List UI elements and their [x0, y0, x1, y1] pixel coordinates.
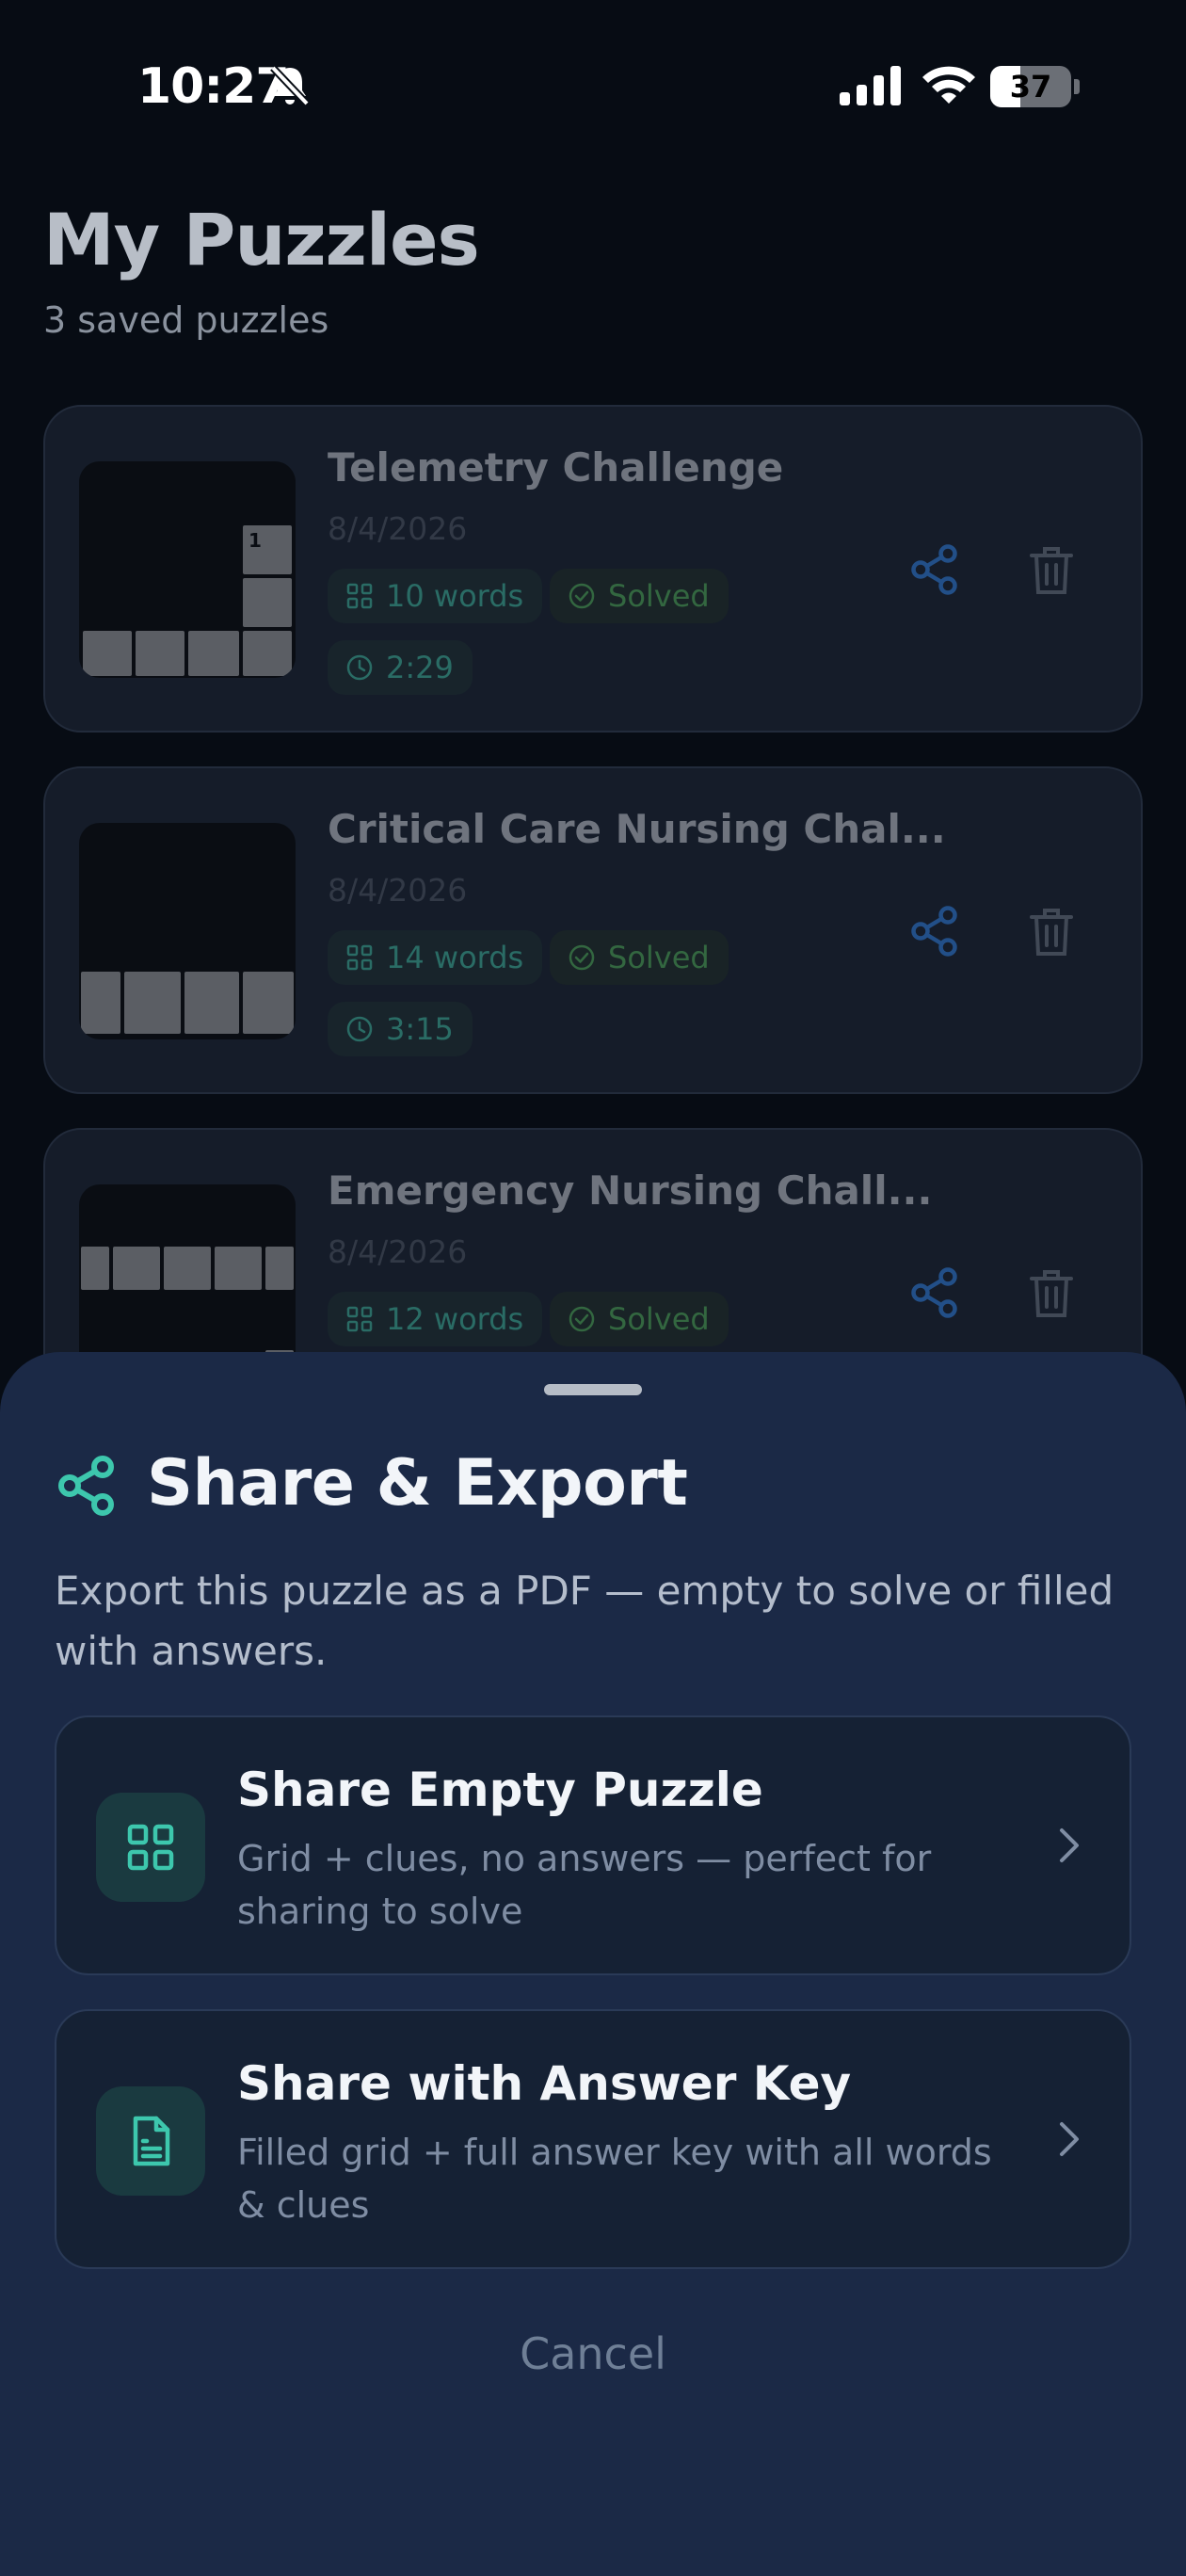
- chevron-right-icon: [1060, 1828, 1079, 1862]
- trash-icon[interactable]: [1028, 1267, 1075, 1320]
- trash-icon[interactable]: [1028, 906, 1075, 958]
- status-badge: Solved: [550, 930, 729, 985]
- grid-icon: [346, 583, 373, 609]
- option-title: Share with Answer Key: [237, 2056, 852, 2111]
- puzzle-title: Telemetry Challenge: [328, 444, 784, 491]
- word-count: 12 words: [386, 1301, 524, 1337]
- option-icon-container: [96, 1793, 205, 1902]
- check-circle-icon: [569, 944, 595, 971]
- option-title: Share Empty Puzzle: [237, 1763, 763, 1817]
- grid-icon: [127, 1824, 174, 1871]
- puzzle-title: Emergency Nursing Chall...: [328, 1167, 933, 1214]
- word-count-badge: 14 words: [328, 930, 543, 985]
- puzzle-date: 8/4/2026: [328, 510, 468, 547]
- share-empty-puzzle-option[interactable]: Share Empty Puzzle Grid + clues, no answ…: [55, 1715, 1131, 1975]
- share-export-sheet: Share & Export Export this puzzle as a P…: [0, 1352, 1186, 2576]
- status-text: Solved: [608, 578, 710, 614]
- status-badge: Solved: [550, 569, 729, 623]
- option-icon-container: [96, 2086, 205, 2196]
- page-subtitle: 3 saved puzzles: [43, 299, 329, 341]
- share-icon[interactable]: [907, 1265, 962, 1320]
- share-icon[interactable]: [907, 904, 962, 958]
- option-description: Filled grid + full answer key with all w…: [237, 2132, 992, 2226]
- status-text: Solved: [608, 1301, 710, 1337]
- puzzle-card[interactable]: 1 Telemetry Challenge 8/4/2026 10 words …: [43, 405, 1143, 733]
- wifi-icon: [922, 66, 975, 104]
- option-description: Grid + clues, no answers — perfect for s…: [237, 1838, 932, 1932]
- chevron-right-icon: [1060, 2122, 1079, 2156]
- time-badge: 2:29: [328, 640, 473, 695]
- word-count-badge: 10 words: [328, 569, 543, 623]
- puzzle-date: 8/4/2026: [328, 1233, 468, 1270]
- word-count: 10 words: [386, 578, 524, 614]
- word-count: 14 words: [386, 940, 524, 975]
- share-with-answer-key-option[interactable]: Share with Answer Key Filled grid + full…: [55, 2009, 1131, 2269]
- clock-icon: [346, 654, 373, 681]
- check-circle-icon: [569, 1306, 595, 1332]
- grid-icon: [346, 944, 373, 971]
- sheet-title: Share & Export: [147, 1446, 688, 1521]
- puzzle-thumbnail: [79, 823, 296, 1039]
- sheet-description: Export this puzzle as a PDF — empty to s…: [55, 1568, 1114, 1674]
- grid-number: 1: [248, 529, 262, 552]
- status-badge: Solved: [550, 1292, 729, 1346]
- share-icon[interactable]: [907, 542, 962, 597]
- battery-indicator: 37: [990, 66, 1081, 107]
- share-icon: [58, 1456, 114, 1516]
- page-title: My Puzzles: [43, 198, 480, 282]
- status-time: 10:27: [137, 58, 290, 115]
- status-text: Solved: [608, 940, 710, 975]
- grid-icon: [346, 1306, 373, 1332]
- clock-icon: [346, 1016, 373, 1042]
- check-circle-icon: [569, 583, 595, 609]
- status-bar: 10:27 37: [0, 0, 1186, 169]
- puzzle-title: Critical Care Nursing Chal...: [328, 806, 946, 852]
- solve-time: 2:29: [386, 650, 454, 685]
- time-badge: 3:15: [328, 1002, 473, 1056]
- bell-muted-icon: [270, 65, 310, 106]
- solve-time: 3:15: [386, 1011, 454, 1047]
- puzzle-card[interactable]: Critical Care Nursing Chal... 8/4/2026 1…: [43, 766, 1143, 1094]
- document-icon: [133, 2116, 170, 2166]
- trash-icon[interactable]: [1028, 544, 1075, 597]
- sheet-drag-handle[interactable]: [544, 1384, 642, 1395]
- word-count-badge: 12 words: [328, 1292, 543, 1346]
- puzzle-date: 8/4/2026: [328, 872, 468, 909]
- battery-level: 37: [1009, 69, 1052, 105]
- cancel-button[interactable]: Cancel: [405, 2316, 781, 2391]
- cellular-signal-icon: [840, 66, 901, 105]
- puzzle-thumbnail: 1: [79, 461, 296, 678]
